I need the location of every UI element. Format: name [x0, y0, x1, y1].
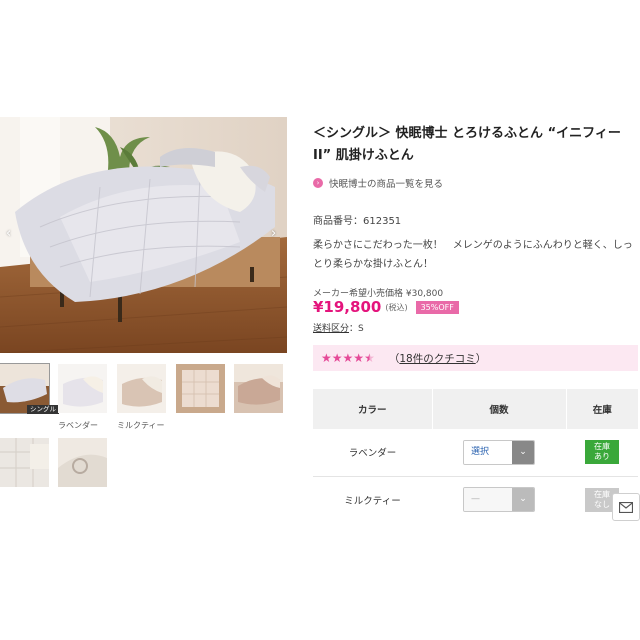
star-icon: ★ — [342, 351, 354, 365]
thumbnail-5[interactable] — [234, 364, 283, 413]
color-name: ラベンダー — [313, 429, 432, 477]
product-description: 柔らかさにこだわった一枚！ メレンゲのようにふんわりと軽く、しっとり柔らかな掛け… — [313, 240, 633, 270]
brand-link-label: 快眠博士の商品一覧を見る — [329, 179, 444, 190]
main-product-photo — [0, 117, 287, 353]
table-row: ラベンダー 選択 ⌄ 在庫 あり — [313, 429, 638, 477]
color-name: ミルクティー — [344, 495, 401, 507]
select-value: 選択 — [464, 440, 512, 464]
select-value: — — [464, 488, 512, 512]
half-star-icon: ★ — [364, 351, 375, 365]
table-row: ミルクティー — ⌄ 在庫 なし — [313, 476, 638, 523]
thumbnail-7[interactable] — [58, 438, 107, 487]
sku-value: 612351 — [363, 216, 402, 227]
rating-stars: ★★★★★ — [321, 351, 375, 365]
thumbnail-caption-milktea: ミルクティー — [117, 421, 165, 430]
chevron-right-circle-icon: › — [313, 178, 323, 188]
single-size-badge: シングル — [27, 405, 59, 414]
variant-stock-table: カラー 個数 在庫 ラベンダー 選択 ⌄ 在庫 あり ミルクティー — ⌄ 在庫… — [313, 389, 638, 523]
review-summary: ★★★★★ （18件のクチコミ） — [313, 345, 638, 371]
star-icon: ★ — [321, 351, 332, 365]
star-icon: ★ — [331, 351, 343, 365]
header-color: カラー — [313, 389, 433, 429]
quantity-select-lavender[interactable]: 選択 ⌄ — [463, 439, 535, 465]
star-icon: ★ — [353, 351, 365, 365]
brand-products-link[interactable]: › 快眠博士の商品一覧を見る — [313, 176, 443, 190]
product-title: ＜シングル＞ 快眠博士 とろけるふとん “イニフィーII” 肌掛けふとん — [313, 126, 621, 163]
contact-mail-button[interactable] — [612, 493, 640, 521]
mail-icon — [619, 501, 633, 513]
discount-badge: 35%OFF — [415, 300, 459, 314]
in-stock-badge: 在庫 あり — [585, 440, 619, 465]
thumbnail-6[interactable] — [0, 438, 49, 487]
thumbnail-4[interactable] — [176, 364, 225, 413]
chevron-down-icon: ⌄ — [512, 488, 534, 512]
chevron-down-icon: ⌄ — [512, 440, 534, 464]
thumbnail-3[interactable] — [117, 364, 166, 413]
reviews-link[interactable]: （18件のクチコミ） — [389, 351, 486, 366]
bedroom-photo — [0, 117, 287, 353]
header-quantity: 個数 — [432, 389, 567, 429]
thumbnail-caption-lavender: ラベンダー — [58, 421, 98, 430]
product-sku: 商品番号：612351 — [313, 212, 401, 227]
price-row: ¥19,800 (税込) 35%OFF — [313, 298, 459, 316]
gallery-prev-button[interactable]: ‹ — [6, 226, 11, 241]
shipping-class: 送料区分：S — [313, 321, 364, 334]
gallery-next-button[interactable]: › — [271, 226, 276, 241]
shipping-class-link[interactable]: 送料区分 — [313, 324, 349, 334]
sku-label: 商品番号： — [313, 216, 363, 227]
thumbnail-2[interactable] — [58, 364, 107, 413]
review-count[interactable]: 18件のクチコミ — [399, 353, 475, 365]
sale-price: ¥19,800 — [313, 298, 382, 316]
header-stock: 在庫 — [566, 389, 638, 429]
tax-note: (税込) — [385, 302, 408, 312]
shipping-class-value: ：S — [349, 324, 364, 334]
quantity-select-milktea[interactable]: — ⌄ — [463, 487, 535, 513]
